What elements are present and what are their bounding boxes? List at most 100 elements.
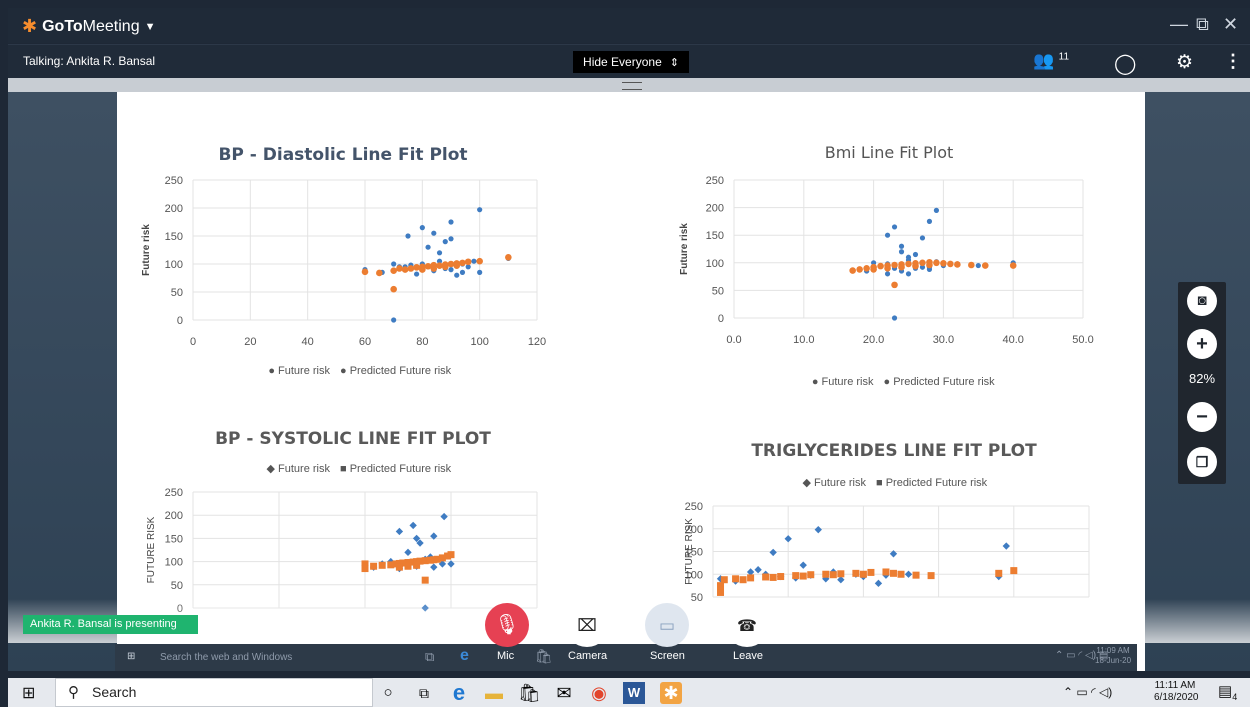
attendees-button[interactable]: 👥 11 <box>1033 51 1069 71</box>
word-icon[interactable]: W <box>623 682 645 704</box>
data-point-predicted <box>807 571 815 579</box>
data-point-predicted <box>912 571 920 579</box>
data-point-future-risk <box>440 512 448 521</box>
chart-title: TRIGLYCERIDES LINE FIT PLOT <box>751 441 1037 461</box>
data-point-future-risk <box>884 271 891 277</box>
data-point-predicted <box>413 561 421 569</box>
y-tick-label: 50 <box>171 287 183 299</box>
resize-handle[interactable] <box>8 78 1250 92</box>
data-point-future-risk <box>391 261 397 267</box>
data-point-predicted <box>829 571 837 579</box>
leave-label: Leave <box>733 650 763 662</box>
file-explorer-icon[interactable]: ▬ <box>483 682 505 704</box>
data-point-predicted <box>464 258 472 266</box>
data-point-predicted <box>421 576 429 584</box>
data-point-predicted <box>877 262 884 270</box>
hide-everyone-label: Hide Everyone <box>583 55 662 69</box>
data-point-future-risk <box>459 269 466 275</box>
data-point-predicted <box>401 266 409 273</box>
people-icon: 👥 <box>1033 51 1055 70</box>
data-point-predicted <box>884 265 891 272</box>
hide-everyone-button[interactable]: Hide Everyone ⇕ <box>573 51 689 73</box>
cortana-icon[interactable]: ○ <box>377 682 399 704</box>
data-point-predicted <box>897 570 905 578</box>
close-button[interactable]: ✕ <box>1223 14 1238 35</box>
data-point-predicted <box>769 573 777 581</box>
gear-icon[interactable]: ⚙ <box>1176 51 1193 74</box>
camera-snapshot-icon[interactable]: ◙ <box>1187 286 1217 316</box>
talking-bar: Talking: Ankita R. Bansal Hide Everyone … <box>8 44 1250 78</box>
chat-icon[interactable]: ◯ <box>1114 51 1136 76</box>
system-tray-icons[interactable]: ⌃ ▭ ◜ ◁) <box>1063 685 1112 699</box>
data-point-future-risk <box>891 315 898 321</box>
leave-button[interactable]: ☎ <box>725 603 769 647</box>
data-point-future-risk <box>904 570 913 578</box>
data-point-future-risk <box>1002 542 1010 550</box>
data-point-predicted <box>376 269 383 277</box>
zoom-in-button[interactable]: + <box>1187 329 1217 359</box>
chrome-icon[interactable]: ◉ <box>588 682 610 704</box>
taskbar-search[interactable]: ⚲ Search <box>55 678 373 707</box>
minimize-button[interactable]: — <box>1170 14 1188 35</box>
y-tick-label: 100 <box>165 259 183 271</box>
attendee-count: 11 <box>1058 51 1070 63</box>
app-menu[interactable]: ✱ GoToMeeting ▼ <box>22 16 155 37</box>
search-icon: ⚲ <box>68 684 79 701</box>
taskbar-search-label: Search <box>92 684 137 700</box>
y-tick-label: 0 <box>718 313 724 325</box>
screen-button[interactable]: ▭ <box>645 603 689 647</box>
data-point-predicted <box>407 265 415 272</box>
data-point-predicted <box>1009 262 1017 269</box>
data-point-predicted <box>954 261 961 268</box>
chart-title: BP - Diastolic Line Fit Plot <box>218 145 467 165</box>
screen-share-icon: ▭ <box>658 616 676 635</box>
restore-button[interactable]: ⧉ <box>1196 14 1209 35</box>
store-icon[interactable]: 🛍 <box>518 682 541 704</box>
data-point-predicted <box>370 562 378 570</box>
app-name: GoToMeeting <box>42 17 140 35</box>
gotomeeting-taskbar-icon[interactable]: ✱ <box>660 682 682 704</box>
title-bar: ✱ GoToMeeting ▼ — ⧉ ✕ <box>8 8 1250 43</box>
edge-icon[interactable]: e <box>448 682 470 704</box>
taskbar-clock[interactable]: 11:11 AM 6/18/2020 <box>1154 680 1199 704</box>
mic-button[interactable]: 🎙 <box>485 603 529 647</box>
x-tick-label: 120 <box>528 336 546 348</box>
camera-off-icon: ⌧ <box>577 616 597 635</box>
x-tick-label: 40.0 <box>1002 334 1023 346</box>
data-point-predicted <box>404 562 412 570</box>
copy-icon[interactable]: ❐ <box>1187 447 1217 477</box>
caret-down-icon: ▼ <box>144 20 156 33</box>
data-point-predicted <box>453 262 461 269</box>
legend-predicted: ● Predicted Future risk <box>884 376 996 388</box>
camera-button[interactable]: ⌧ <box>565 603 609 647</box>
windows-taskbar: ⊞ ⚲ Search ○ ⧉ e ▬ 🛍 ✉ ◉ W ✱ ⌃ ▭ ◜ ◁) 11… <box>8 678 1250 707</box>
y-tick-label: 100 <box>706 258 724 270</box>
data-point-future-risk <box>454 272 460 278</box>
notification-icon[interactable]: ▤4 <box>1218 682 1237 702</box>
mail-icon[interactable]: ✉ <box>553 682 575 704</box>
shared-start-icon: ⊞ <box>127 651 136 662</box>
windows-start-icon[interactable]: ⊞ <box>22 683 35 703</box>
data-point-predicted <box>390 267 397 275</box>
data-point-future-risk <box>799 561 807 569</box>
shared-store-icon: 🛍 <box>535 648 553 664</box>
data-point-future-risk <box>419 225 425 231</box>
zoom-out-button[interactable]: − <box>1187 402 1217 432</box>
y-tick-label: 250 <box>165 487 183 499</box>
data-point-predicted <box>1010 567 1018 575</box>
more-menu-icon[interactable]: ⋮ <box>1224 51 1242 72</box>
data-point-predicted <box>859 570 867 578</box>
data-point-predicted <box>849 267 856 274</box>
data-point-future-risk <box>436 250 443 256</box>
chart-title: BP - SYSTOLIC LINE FIT PLOT <box>215 429 491 449</box>
data-point-predicted <box>436 262 443 269</box>
data-point-future-risk <box>884 232 891 238</box>
y-tick-label: 150 <box>706 230 724 242</box>
data-point-predicted <box>926 261 933 269</box>
chart-2: 0 50 100 150 200 250 0.0 10.0 20.0 30.0 40.0 50.0 Bm… <box>679 143 1094 388</box>
legend-future-risk: ● Future risk <box>268 365 330 377</box>
data-point-future-risk <box>477 207 483 213</box>
presenting-banner: Ankita R. Bansal is presenting <box>23 615 198 634</box>
camera-label: Camera <box>568 650 608 662</box>
task-view-icon[interactable]: ⧉ <box>413 682 435 704</box>
